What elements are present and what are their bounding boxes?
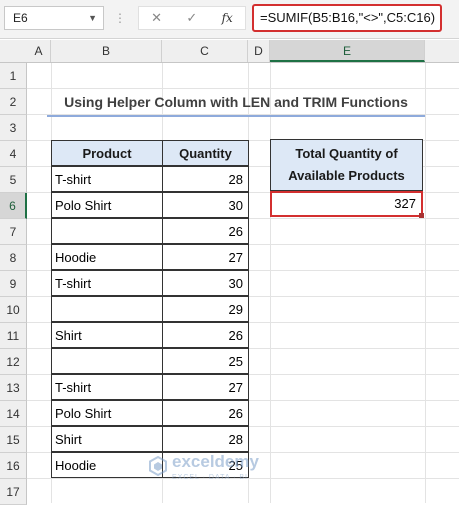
quantity-cell[interactable]: 26 xyxy=(162,218,249,244)
quantity-cell[interactable]: 28 xyxy=(162,166,249,192)
column-headers: A B C D E xyxy=(0,40,459,63)
exceldemy-logo-icon xyxy=(149,456,167,476)
insert-function-icon[interactable]: fx xyxy=(222,11,233,25)
column-header-e[interactable]: E xyxy=(270,40,425,62)
quantity-cell[interactable]: 30 xyxy=(162,192,249,218)
product-cell[interactable]: T-shirt xyxy=(51,374,163,400)
formula-input[interactable]: =SUMIF(B5:B16,"<>",C5:C16) xyxy=(252,4,442,32)
row-header-6[interactable]: 6 xyxy=(0,193,27,219)
product-cell[interactable]: Hoodie xyxy=(51,244,163,270)
row-header-15[interactable]: 15 xyxy=(0,427,27,453)
watermark-tagline: EXCEL · DATA · BI xyxy=(172,474,248,481)
row-header-14[interactable]: 14 xyxy=(0,401,27,427)
product-cell[interactable] xyxy=(51,218,163,244)
total-quantity-header-line1: Total Quantity of xyxy=(295,146,398,161)
quantity-cell[interactable]: 26 xyxy=(162,322,249,348)
column-header-b[interactable]: B xyxy=(51,40,162,62)
row-header-10[interactable]: 10 xyxy=(0,297,27,323)
quantity-cell[interactable]: 27 xyxy=(162,244,249,270)
product-cell[interactable]: Shirt xyxy=(51,426,163,452)
total-quantity-value[interactable]: 327 xyxy=(270,191,423,217)
quantity-header[interactable]: Quantity xyxy=(162,140,249,166)
row-header-16[interactable]: 16 xyxy=(0,453,27,479)
name-box[interactable]: E6 ▼ xyxy=(4,6,104,30)
more-options-icon[interactable]: ⋮ xyxy=(114,10,126,26)
row-header-9[interactable]: 9 xyxy=(0,271,27,297)
product-cell[interactable]: Hoodie xyxy=(51,452,163,478)
quantity-cell[interactable]: 27 xyxy=(162,374,249,400)
column-header-c[interactable]: C xyxy=(162,40,248,62)
row-header-8[interactable]: 8 xyxy=(0,245,27,271)
worksheet-grid[interactable]: Using Helper Column with LEN and TRIM Fu… xyxy=(27,63,459,503)
product-header[interactable]: Product xyxy=(51,140,163,166)
row-header-11[interactable]: 11 xyxy=(0,323,27,349)
column-header-d[interactable]: D xyxy=(248,40,270,62)
product-cell[interactable]: T-shirt xyxy=(51,270,163,296)
quantity-cell[interactable]: 28 xyxy=(162,426,249,452)
product-cell[interactable] xyxy=(51,296,163,322)
name-box-value: E6 xyxy=(13,11,28,25)
row-header-13[interactable]: 13 xyxy=(0,375,27,401)
product-cell[interactable]: Polo Shirt xyxy=(51,400,163,426)
row-header-1[interactable]: 1 xyxy=(0,63,27,89)
row-header-2[interactable]: 2 xyxy=(0,89,27,115)
product-cell[interactable]: Polo Shirt xyxy=(51,192,163,218)
quantity-cell[interactable]: 29 xyxy=(162,296,249,322)
formula-bar: E6 ▼ ⋮ ✕ ✓ fx =SUMIF(B5:B16,"<>",C5:C16) xyxy=(0,0,459,39)
row-header-17[interactable]: 17 xyxy=(0,479,27,505)
cancel-icon[interactable]: ✕ xyxy=(151,10,162,26)
formula-bar-buttons: ✕ ✓ fx xyxy=(138,6,246,30)
product-cell[interactable]: T-shirt xyxy=(51,166,163,192)
fill-handle[interactable] xyxy=(419,213,424,218)
row-header-5[interactable]: 5 xyxy=(0,167,27,193)
exceldemy-watermark: exceldemy EXCEL · DATA · BI xyxy=(148,452,318,492)
column-header-a[interactable]: A xyxy=(27,40,51,62)
sheet-title: Using Helper Column with LEN and TRIM Fu… xyxy=(47,89,425,117)
product-cell[interactable]: Shirt xyxy=(51,322,163,348)
row-header-12[interactable]: 12 xyxy=(0,349,27,375)
row-header-3[interactable]: 3 xyxy=(0,115,27,141)
row-header-7[interactable]: 7 xyxy=(0,219,27,245)
chevron-down-icon[interactable]: ▼ xyxy=(88,7,97,29)
row-header-4[interactable]: 4 xyxy=(0,141,27,167)
product-cell[interactable] xyxy=(51,348,163,374)
enter-icon[interactable]: ✓ xyxy=(186,10,197,26)
quantity-cell[interactable]: 25 xyxy=(162,348,249,374)
total-quantity-header-line2: Available Products xyxy=(288,168,405,183)
quantity-cell[interactable]: 26 xyxy=(162,400,249,426)
watermark-name: exceldemy xyxy=(172,452,259,471)
quantity-cell[interactable]: 30 xyxy=(162,270,249,296)
total-quantity-header[interactable]: Total Quantity of Available Products xyxy=(270,139,423,191)
